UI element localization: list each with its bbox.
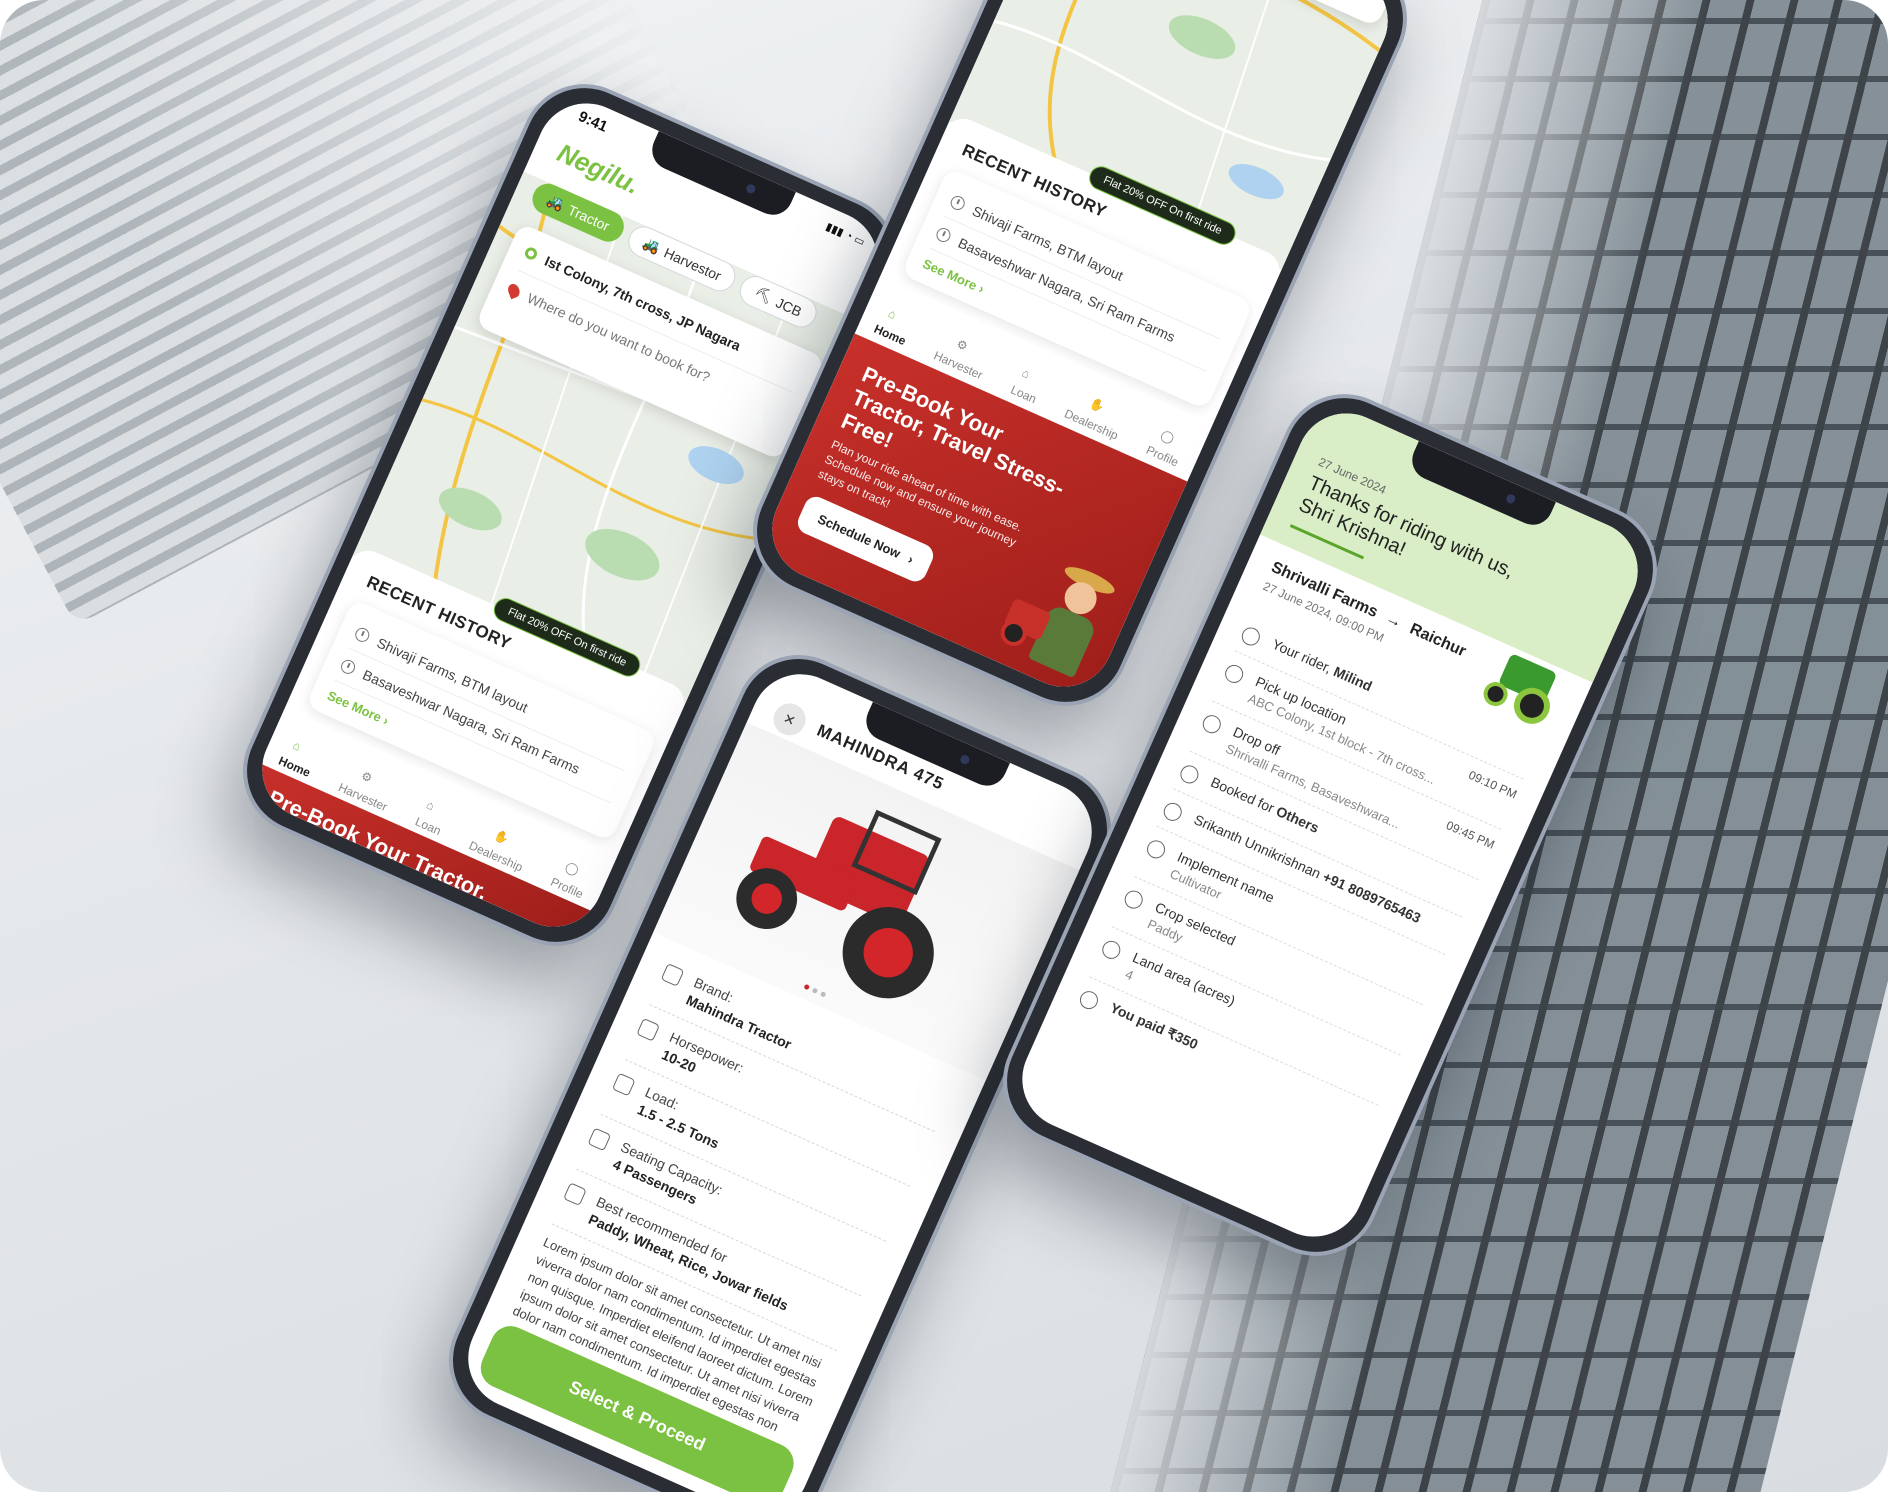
arrow-right-icon: → [1382,609,1405,632]
seat-icon [587,1127,612,1152]
weight-icon [611,1072,636,1097]
leaf-icon [1121,887,1146,912]
dealership-icon: ✋ [1087,395,1107,415]
location-pin-icon [506,282,522,300]
clock-icon [948,193,967,213]
receipt-icon [1077,988,1101,1012]
harvester-icon: 🚜 [640,234,664,256]
camera-icon [744,182,757,195]
harvester-icon: ⚙ [358,768,375,786]
dealership-icon: ✋ [492,827,512,847]
id-card-icon [1177,762,1202,787]
home-icon: ⌂ [886,306,899,322]
rider-label: Your rider, [1269,635,1335,677]
status-time: 9:41 [575,107,611,136]
bolt-icon [636,1017,661,1042]
land-icon [1099,937,1124,962]
status-icons: ▮▮▮ ◔ ▭ [823,220,867,249]
profile-icon: ◯ [1158,427,1177,446]
phone-notch [645,130,796,222]
loan-icon: ⌂ [1019,365,1033,382]
close-icon: ✕ [781,709,799,729]
leaf-icon [563,1182,587,1207]
tools-icon [1144,837,1168,862]
clock-icon [934,225,953,245]
farmer-illustration [992,548,1124,688]
rider-icon [1238,624,1263,649]
tractor-icon: 🚜 [544,191,567,214]
location-pin-icon [1199,712,1224,737]
cta-label: Schedule Now [815,511,903,562]
loan-icon: ⌂ [424,797,437,814]
clock-icon [353,625,372,645]
phone-icon [1160,800,1185,824]
camera-icon [958,753,971,766]
profile-icon: ◯ [563,859,582,878]
clock-icon [338,657,358,677]
carousel-dot[interactable] [819,991,827,998]
booked-value: Others [1273,802,1322,836]
harvester-icon: ⚙ [954,336,970,354]
carousel-dot[interactable] [811,987,819,994]
carousel-dot-active[interactable] [803,983,811,991]
rider-name: Milind [1331,663,1375,695]
chevron-right-icon: › [905,551,916,568]
chip-label: JCB [773,293,805,320]
mockup-stage: { "phone1": { "status_time": "9:41", "lo… [0,0,1888,1492]
jcb-icon: ⛏ [752,283,775,306]
camera-icon [1504,492,1517,505]
tractor-icon [660,963,685,987]
home-icon: ⌂ [290,737,303,754]
pickup-icon [1222,662,1247,686]
pickup-dot-icon [523,245,539,262]
